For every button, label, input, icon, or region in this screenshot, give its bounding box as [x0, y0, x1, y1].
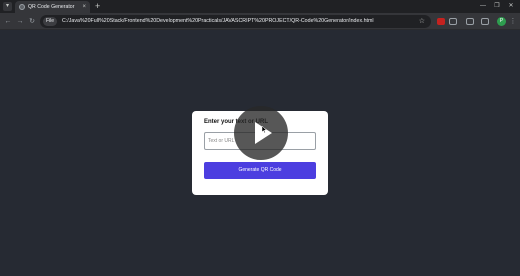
mouse-cursor-icon: [262, 126, 267, 133]
favicon-icon: [19, 4, 25, 10]
address-bar[interactable]: File C:/Java%20Full%20Stack/Frontend%20D…: [40, 15, 431, 28]
tab-groups-icon[interactable]: [466, 18, 474, 25]
new-tab-button[interactable]: +: [95, 1, 100, 12]
bookmark-star-icon[interactable]: ☆: [419, 16, 425, 27]
tab-qr-code-generator[interactable]: QR Code Generator ×: [15, 1, 90, 13]
video-play-overlay[interactable]: [234, 106, 288, 160]
extension-red-icon[interactable]: [437, 18, 445, 25]
url-text[interactable]: C:/Java%20Full%20Stack/Frontend%20Develo…: [62, 17, 374, 26]
menu-kebab-icon[interactable]: ⋮: [508, 16, 518, 27]
browser-toolbar: ← → ↻ File C:/Java%20Full%20Stack/Fronte…: [0, 13, 520, 30]
tab-search-icon[interactable]: ▾: [3, 2, 12, 11]
reload-button[interactable]: ↻: [27, 16, 37, 27]
tab-close-icon[interactable]: ×: [82, 3, 86, 11]
profile-avatar[interactable]: P: [497, 17, 506, 26]
tab-strip: ▾ QR Code Generator × + — ❐ ✕: [0, 0, 520, 13]
sidebar-icon[interactable]: [481, 18, 489, 25]
minimize-button[interactable]: —: [476, 0, 490, 13]
extensions-puzzle-icon[interactable]: [449, 18, 457, 25]
tab-title: QR Code Generator: [28, 4, 75, 10]
page-viewport: Enter your text or URL Generate QR Code: [0, 31, 520, 276]
site-info-chip[interactable]: File: [43, 17, 58, 26]
close-window-button[interactable]: ✕: [504, 0, 518, 13]
back-button[interactable]: ←: [3, 16, 13, 27]
maximize-button[interactable]: ❐: [490, 0, 504, 13]
forward-button[interactable]: →: [15, 16, 25, 27]
generate-qr-button[interactable]: Generate QR Code: [204, 162, 316, 179]
